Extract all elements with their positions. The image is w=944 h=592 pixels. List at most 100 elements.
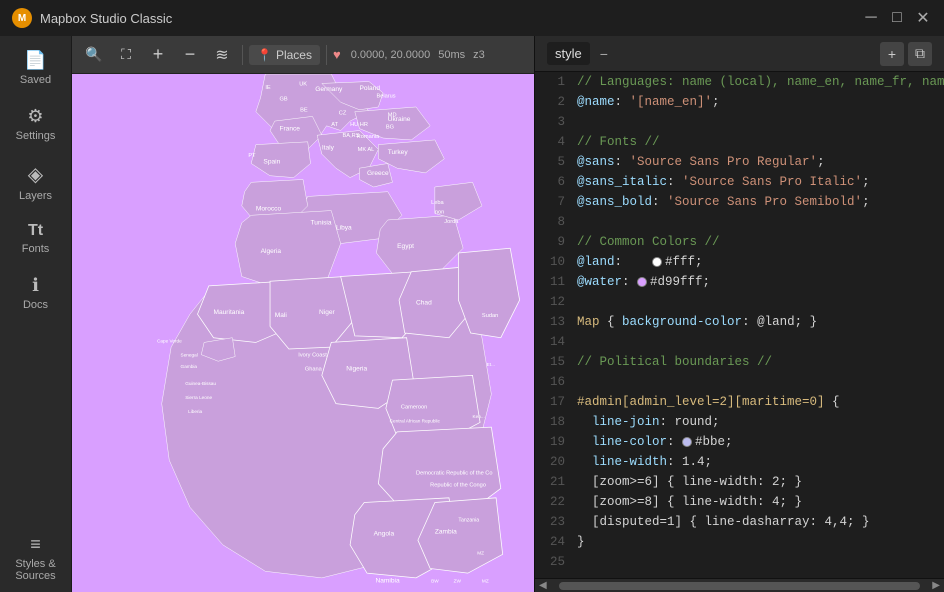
svg-text:BA,RS: BA,RS: [343, 133, 360, 139]
app-logo: M: [12, 8, 32, 28]
zoom-in-button[interactable]: +: [144, 41, 172, 69]
sidebar-item-docs[interactable]: ℹ Docs: [0, 265, 71, 321]
horizontal-scrollbar[interactable]: ◀ ▶: [535, 578, 944, 592]
sidebar-item-fonts[interactable]: Tt Fonts: [0, 212, 71, 265]
code-line: @sans_bold: 'Source Sans Pro Semibold';: [577, 192, 940, 212]
svg-text:Cape Verde: Cape Verde: [157, 338, 182, 343]
search-button[interactable]: 🔍: [80, 41, 108, 69]
line-number: 15: [543, 352, 565, 372]
svg-text:BE: BE: [300, 108, 308, 114]
code-line: // Fonts //: [577, 132, 940, 152]
svg-text:CZ: CZ: [339, 110, 347, 116]
scroll-thumb[interactable]: [559, 582, 921, 590]
line-number: 4: [543, 132, 565, 152]
code-line: [577, 212, 940, 232]
svg-text:Guinea-Bissau: Guinea-Bissau: [185, 381, 216, 386]
svg-text:Nigeria: Nigeria: [346, 366, 367, 373]
svg-text:Morocco: Morocco: [256, 206, 282, 213]
fullscreen-button[interactable]: ⛶: [112, 41, 140, 69]
styles-icon: ≡: [30, 534, 41, 555]
code-line: Map { background-color: @land; }: [577, 312, 940, 332]
sidebar-item-layers[interactable]: ◈ Layers: [0, 152, 71, 212]
code-line: // Common Colors //: [577, 232, 940, 252]
sidebar-item-saved[interactable]: 📄 Saved: [0, 40, 71, 96]
svg-text:Sierra Leone: Sierra Leone: [185, 395, 212, 400]
line-numbers: 1234567891011121314151617181920212223242…: [535, 72, 573, 578]
line-number: 11: [543, 272, 565, 292]
save-icon: 📄: [24, 50, 46, 71]
svg-text:non: non: [435, 209, 444, 215]
map-view[interactable]: France Spain Germany Poland Italy Turkey…: [72, 74, 534, 592]
line-number: 6: [543, 172, 565, 192]
code-line: line-join: round;: [577, 412, 940, 432]
pin-icon: 📍: [257, 48, 272, 62]
line-number: 5: [543, 152, 565, 172]
line-number: 20: [543, 452, 565, 472]
svg-text:Republic of the Congo: Republic of the Congo: [430, 483, 486, 489]
heart-icon: ♥: [333, 47, 341, 62]
svg-text:Namibia: Namibia: [376, 578, 400, 585]
svg-text:BG: BG: [386, 125, 394, 131]
sidebar-label-settings: Settings: [16, 130, 56, 142]
sidebar-label-docs: Docs: [23, 299, 48, 311]
code-editor[interactable]: 1234567891011121314151617181920212223242…: [535, 72, 944, 578]
code-line: }: [577, 532, 940, 552]
svg-text:Algeria: Algeria: [261, 248, 282, 255]
svg-text:MK AL: MK AL: [358, 147, 375, 153]
code-line: [577, 552, 940, 572]
code-line: [577, 112, 940, 132]
line-number: 18: [543, 412, 565, 432]
svg-text:Mali: Mali: [275, 312, 288, 319]
sidebar-item-styles-sources[interactable]: ≡ Styles & Sources: [0, 524, 71, 592]
editor-tab-close-button[interactable]: −: [600, 46, 608, 62]
svg-text:Gambia: Gambia: [181, 364, 198, 369]
svg-text:Ivory Coast: Ivory Coast: [298, 353, 327, 359]
sidebar-label-styles-sources: Styles & Sources: [4, 558, 67, 582]
line-number: 3: [543, 112, 565, 132]
editor-tab-style[interactable]: style: [547, 42, 590, 65]
svg-text:Spain: Spain: [263, 158, 280, 165]
layers-toggle-button[interactable]: ≋: [208, 41, 236, 69]
close-button[interactable]: ✕: [914, 9, 932, 27]
editor-header: style − + ⧉: [535, 36, 944, 72]
line-number: 22: [543, 492, 565, 512]
code-line: @land: #fff;: [577, 252, 940, 272]
svg-text:Mauritania: Mauritania: [214, 309, 245, 316]
add-tab-button[interactable]: +: [880, 42, 904, 66]
editor-actions: + ⧉: [880, 42, 932, 66]
svg-text:Chad: Chad: [416, 300, 432, 307]
maximize-button[interactable]: □: [888, 9, 906, 27]
svg-text:BW: BW: [431, 579, 439, 584]
svg-text:MD: MD: [388, 112, 397, 118]
scroll-left-arrow[interactable]: ◀: [535, 580, 551, 591]
code-line: // Political boundaries //: [577, 352, 940, 372]
svg-text:Ken...: Ken...: [473, 414, 485, 419]
places-dropdown[interactable]: 📍 Places: [249, 45, 320, 65]
svg-text:Poland: Poland: [360, 85, 381, 92]
app-title: Mapbox Studio Classic: [40, 11, 862, 26]
svg-text:PT: PT: [248, 153, 256, 159]
line-number: 13: [543, 312, 565, 332]
svg-text:Egypt: Egypt: [397, 243, 414, 250]
code-line: [577, 292, 940, 312]
copy-button[interactable]: ⧉: [908, 42, 932, 66]
svg-text:HU HR: HU HR: [350, 122, 368, 128]
svg-text:Jorda: Jorda: [444, 219, 459, 225]
svg-text:IE: IE: [265, 85, 271, 91]
line-number: 14: [543, 332, 565, 352]
gear-icon: ⚙: [27, 106, 43, 127]
svg-text:Libya: Libya: [336, 224, 352, 231]
line-number: 23: [543, 512, 565, 532]
svg-text:UK: UK: [299, 81, 307, 87]
svg-text:GB: GB: [279, 96, 287, 102]
scroll-right-arrow[interactable]: ▶: [928, 580, 944, 591]
minimize-button[interactable]: ─: [862, 9, 880, 27]
code-line: @sans_italic: 'Source Sans Pro Italic';: [577, 172, 940, 192]
svg-text:Tunisia: Tunisia: [311, 220, 332, 227]
toolbar-divider-2: [326, 45, 327, 65]
zoom-out-button[interactable]: −: [176, 41, 204, 69]
main-layout: 📄 Saved ⚙ Settings ◈ Layers Tt Fonts ℹ D…: [0, 36, 944, 592]
sidebar-item-settings[interactable]: ⚙ Settings: [0, 96, 71, 152]
svg-text:AT: AT: [331, 122, 338, 128]
code-line: [disputed=1] { line-dasharray: 4,4; }: [577, 512, 940, 532]
